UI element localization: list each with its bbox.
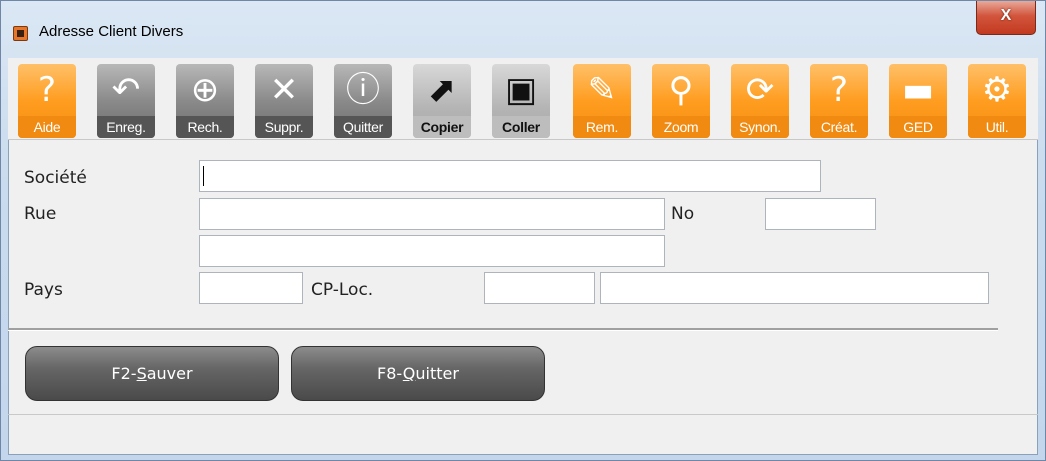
- aide-icon: ?: [37, 70, 57, 110]
- societe-label: Société: [24, 168, 87, 188]
- status-bar: [8, 414, 1038, 415]
- toolbar-label-synon: Synon.: [731, 116, 789, 138]
- toolbar-button-rech[interactable]: ⊕ Rech.: [176, 64, 234, 138]
- toolbar-label-suppr: Suppr.: [255, 116, 313, 138]
- cp-field[interactable]: [484, 272, 595, 304]
- toolbar-label-enreg: Enreg.: [97, 116, 155, 138]
- synon-icon: ⟳: [745, 70, 775, 110]
- loc-field[interactable]: [600, 272, 989, 304]
- toolbar-label-util: Util.: [968, 116, 1026, 138]
- pays-label: Pays: [24, 280, 63, 300]
- toolbar-button-ged[interactable]: ▬ GED: [889, 64, 947, 138]
- util-icon: ⚙: [981, 70, 1013, 110]
- quit-button[interactable]: F8-Quitter: [291, 346, 545, 401]
- save-button[interactable]: F2-Sauver: [25, 346, 279, 401]
- rue2-field[interactable]: [199, 235, 665, 267]
- coller-icon: ▣: [504, 70, 538, 110]
- no-field[interactable]: [765, 198, 876, 230]
- toolbar-button-rem[interactable]: ✎ Rem.: [573, 64, 631, 138]
- separator: [8, 328, 998, 331]
- toolbar-label-ged: GED: [889, 116, 947, 138]
- toolbar-label-quitter: Quitter: [334, 116, 392, 138]
- toolbar-label-copier: Copier: [413, 116, 471, 138]
- rue-field[interactable]: [199, 198, 665, 230]
- toolbar-button-aide[interactable]: ? Aide: [18, 64, 76, 138]
- toolbar-button-util[interactable]: ⚙ Util.: [968, 64, 1026, 138]
- toolbar-label-rech: Rech.: [176, 116, 234, 138]
- title-bar[interactable]: Adresse Client Divers X: [1, 1, 1046, 59]
- rue-label: Rue: [24, 204, 57, 224]
- no-label: No: [671, 204, 695, 224]
- window-title: Adresse Client Divers: [39, 23, 184, 40]
- ged-icon: ▬: [901, 70, 935, 110]
- toolbar-button-creat[interactable]: ? Créat.: [810, 64, 868, 138]
- suppr-icon: ✕: [269, 70, 299, 110]
- toolbar-button-synon[interactable]: ⟳ Synon.: [731, 64, 789, 138]
- text-caret: [203, 166, 204, 186]
- copier-icon: ⬈: [427, 70, 457, 110]
- enreg-icon: ↶: [111, 70, 141, 110]
- quitter-icon: ⓘ: [346, 70, 380, 110]
- toolbar-button-enreg[interactable]: ↶ Enreg.: [97, 64, 155, 138]
- toolbar-button-copier[interactable]: ⬈ Copier: [413, 64, 471, 138]
- creat-icon: ?: [829, 70, 849, 110]
- toolbar-label-zoom: Zoom: [652, 116, 710, 138]
- toolbar-label-creat: Créat.: [810, 116, 868, 138]
- toolbar-button-suppr[interactable]: ✕ Suppr.: [255, 64, 313, 138]
- rech-icon: ⊕: [190, 70, 220, 110]
- toolbar: ? Aide ↶ Enreg. ⊕ Rech. ✕ Suppr. ⓘ Quitter ⬈ Copier…: [8, 58, 1038, 140]
- toolbar-label-coller: Coller: [492, 116, 550, 138]
- toolbar-button-zoom[interactable]: ⚲ Zoom: [652, 64, 710, 138]
- rem-icon: ✎: [587, 70, 617, 110]
- toolbar-button-coller[interactable]: ▣ Coller: [492, 64, 550, 138]
- toolbar-label-rem: Rem.: [573, 116, 631, 138]
- zoom-icon: ⚲: [668, 70, 694, 110]
- societe-field[interactable]: [199, 160, 821, 192]
- toolbar-button-quitter[interactable]: ⓘ Quitter: [334, 64, 392, 138]
- app-icon: [13, 26, 28, 41]
- cploc-label: CP-Loc.: [311, 280, 374, 300]
- pays-field[interactable]: [199, 272, 303, 304]
- close-button[interactable]: X: [976, 1, 1036, 35]
- toolbar-label-aide: Aide: [18, 116, 76, 138]
